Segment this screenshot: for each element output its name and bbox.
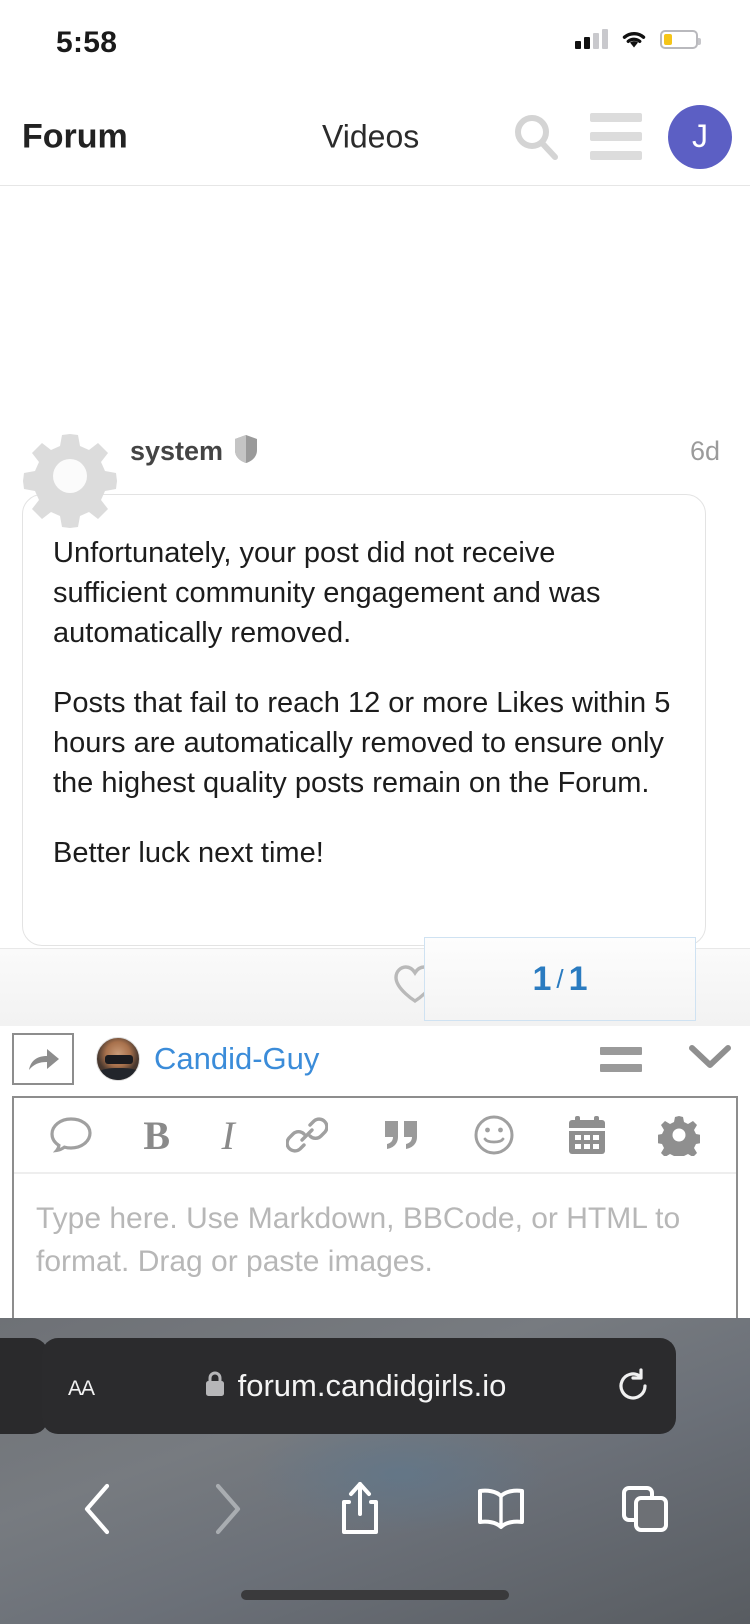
page-title[interactable]: Forum [22, 117, 128, 156]
lock-icon [204, 1370, 226, 1403]
quote-icon[interactable] [380, 1115, 422, 1155]
shield-icon [233, 434, 259, 469]
pager-separator: / [556, 963, 564, 994]
reply-username[interactable]: Candid-Guy [154, 1041, 319, 1077]
pager-current: 1 [532, 959, 552, 998]
emoji-smiley-icon[interactable] [473, 1114, 515, 1156]
post-action-bar: 1 / 1 [0, 937, 750, 1026]
list-menu-icon[interactable] [600, 1046, 642, 1072]
status-indicators [575, 28, 701, 50]
share-icon[interactable] [338, 1480, 382, 1543]
avatar-initial: J [692, 118, 708, 154]
url-text: forum.candidgirls.io [237, 1368, 507, 1403]
forum-app-header: Forum Videos J [0, 88, 750, 186]
header-actions: J [510, 104, 732, 169]
hamburger-menu-icon[interactable] [590, 113, 642, 160]
avatar[interactable]: J [668, 104, 732, 169]
status-time: 5:58 [56, 26, 118, 59]
tabs-icon[interactable] [621, 1485, 669, 1538]
ios-status-bar: 5:58 [0, 0, 750, 88]
link-icon[interactable] [286, 1114, 329, 1156]
comment-icon[interactable] [50, 1116, 92, 1154]
post-author-name[interactable]: system [130, 436, 223, 467]
post-author-row: system [130, 434, 259, 469]
calendar-icon[interactable] [567, 1114, 607, 1156]
nav-link-videos[interactable]: Videos [322, 118, 419, 155]
composer-header: Candid-Guy [0, 1028, 750, 1090]
phone-screen: 5:58 Forum Videos J system 6d Unfortunat… [0, 0, 750, 1624]
user-avatar-image[interactable] [96, 1037, 140, 1081]
forward-chevron-icon [210, 1482, 244, 1541]
italic-icon[interactable]: I [222, 1112, 235, 1159]
editor-toolbar: B I [14, 1098, 736, 1174]
bold-icon[interactable]: B [143, 1112, 170, 1159]
book-bookmarks-icon[interactable] [476, 1484, 526, 1539]
forward-arrow-icon[interactable] [12, 1033, 74, 1085]
page-indicator[interactable]: 1 / 1 [424, 937, 696, 1021]
post-paragraph: Posts that fail to reach 12 or more Like… [53, 687, 671, 800]
composer-header-actions [600, 1043, 732, 1076]
adjacent-tab-peek[interactable] [0, 1338, 48, 1434]
gear-icon[interactable] [657, 1114, 700, 1156]
search-icon[interactable] [510, 110, 564, 164]
battery-low-icon [660, 29, 701, 49]
post-paragraph: Better luck next time! [53, 837, 324, 870]
back-chevron-icon[interactable] [81, 1482, 115, 1541]
text-size-label: AA [68, 1376, 95, 1400]
home-indicator [241, 1590, 509, 1600]
post-timestamp: 6d [689, 436, 720, 466]
wifi-icon [619, 28, 649, 50]
safari-toolbar [0, 1456, 750, 1566]
address-bar[interactable]: AA forum.candidgirls.io [42, 1338, 676, 1434]
chevron-down-icon[interactable] [688, 1043, 732, 1076]
post-body-card: Unfortunately, your post did not receive… [22, 494, 706, 946]
pager-total: 1 [568, 959, 588, 998]
gear-avatar-icon [18, 424, 122, 533]
cellular-bars-icon [575, 29, 608, 49]
safari-browser-chrome: AA forum.candidgirls.io [0, 1318, 750, 1624]
reload-icon[interactable] [616, 1368, 650, 1404]
post-paragraph: Unfortunately, your post did not receive… [53, 537, 601, 650]
url-display[interactable]: forum.candidgirls.io [94, 1368, 616, 1404]
text-size-button[interactable]: AA [68, 1371, 95, 1402]
